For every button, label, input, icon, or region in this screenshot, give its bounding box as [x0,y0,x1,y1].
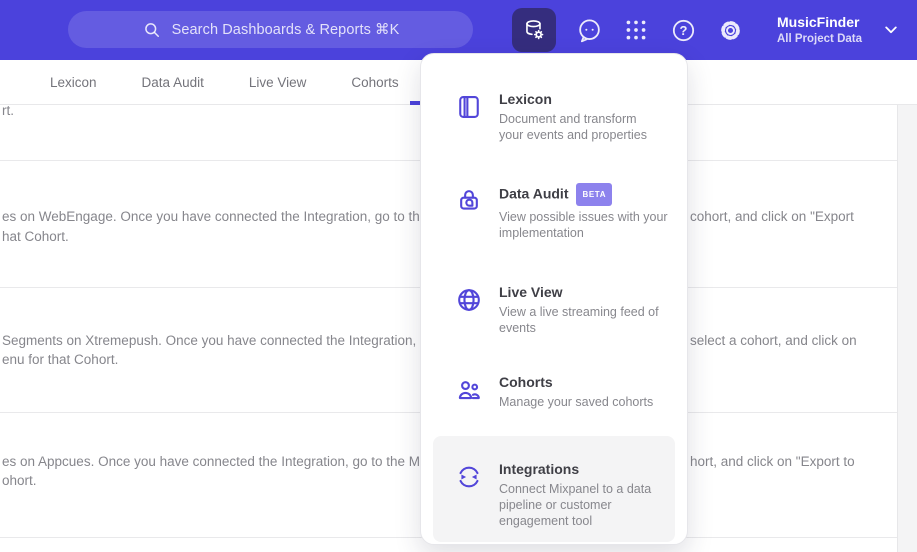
menu-item-title: Live View [499,284,563,300]
top-bar: Search Dashboards & Reports ⌘K ? MusicFi… [0,0,917,60]
data-management-dropdown: Lexicon Document and transform your even… [420,53,688,545]
tab-lexicon[interactable]: Lexicon [50,75,97,90]
project-scope: All Project Data [777,33,862,45]
bg-text-fragment: select a cohort, and click on [690,333,857,348]
menu-item-description: Document and transform your events and p… [499,112,648,142]
feedback-icon [576,17,603,44]
bg-text-fragment: es on Appcues. Once you have connected t… [2,454,421,469]
data-audit-icon [455,186,483,214]
search-input[interactable]: Search Dashboards & Reports ⌘K [68,11,473,48]
bg-text-fragment: hort, and click on "Export to [690,454,855,469]
project-selector[interactable]: MusicFinder All Project Data [777,14,862,46]
tab-cohorts[interactable]: Cohorts [351,75,398,90]
vertical-scrollbar[interactable] [897,105,917,552]
feedback-button[interactable] [575,16,603,44]
bg-text-fragment: ohort. [2,473,37,488]
bg-text-fragment: hat Cohort. [2,229,69,244]
beta-badge: BETA [576,183,613,206]
search-icon [142,20,162,40]
menu-item-description: Manage your saved cohorts [499,395,654,409]
bg-text-fragment: cohort, and click on "Export [690,209,854,224]
menu-item-integrations[interactable]: Integrations Connect Mixpanel to a data … [433,436,675,542]
settings-icon [717,17,744,44]
integrations-icon [455,463,483,491]
project-name: MusicFinder [777,14,860,30]
menu-item-title: Lexicon [499,91,552,107]
svg-text:?: ? [679,23,687,38]
menu-item-live-view[interactable]: Live View View a live streaming feed of … [421,283,687,336]
bg-text-fragment: Segments on Xtremepush. Once you have co… [2,333,417,348]
data-management-button[interactable] [512,8,556,52]
menu-item-lexicon[interactable]: Lexicon Document and transform your even… [421,90,687,143]
topbar-actions: ? MusicFinder All Project Data [512,0,917,60]
menu-item-description: View a live streaming feed of events [499,305,659,335]
live-view-icon [455,286,483,314]
apps-grid-icon [623,17,649,43]
menu-item-title: Integrations [499,461,580,477]
help-button[interactable]: ? [669,16,697,44]
apps-grid-button[interactable] [622,16,650,44]
menu-item-title: Cohorts [499,374,553,390]
tab-live-view[interactable]: Live View [249,75,307,90]
menu-item-title: Data Audit BETA [499,183,668,206]
tab-data-audit[interactable]: Data Audit [142,75,204,90]
menu-item-data-audit[interactable]: Data Audit BETA View possible issues with… [421,183,687,241]
data-management-icon [521,17,547,43]
lexicon-icon [455,93,483,121]
settings-button[interactable] [716,16,744,44]
bg-text-fragment: enu for that Cohort. [2,352,119,367]
help-icon: ? [670,17,697,44]
bg-text-fragment: es on WebEngage. Once you have connected… [2,209,428,224]
menu-item-description: View possible issues with your implement… [499,210,668,240]
chevron-down-icon[interactable] [885,26,897,34]
menu-item-cohorts[interactable]: Cohorts Manage your saved cohorts [421,373,687,410]
search-placeholder: Search Dashboards & Reports ⌘K [171,21,400,38]
cohorts-icon [455,376,483,404]
menu-item-description: Connect Mixpanel to a data pipeline or c… [499,482,652,528]
